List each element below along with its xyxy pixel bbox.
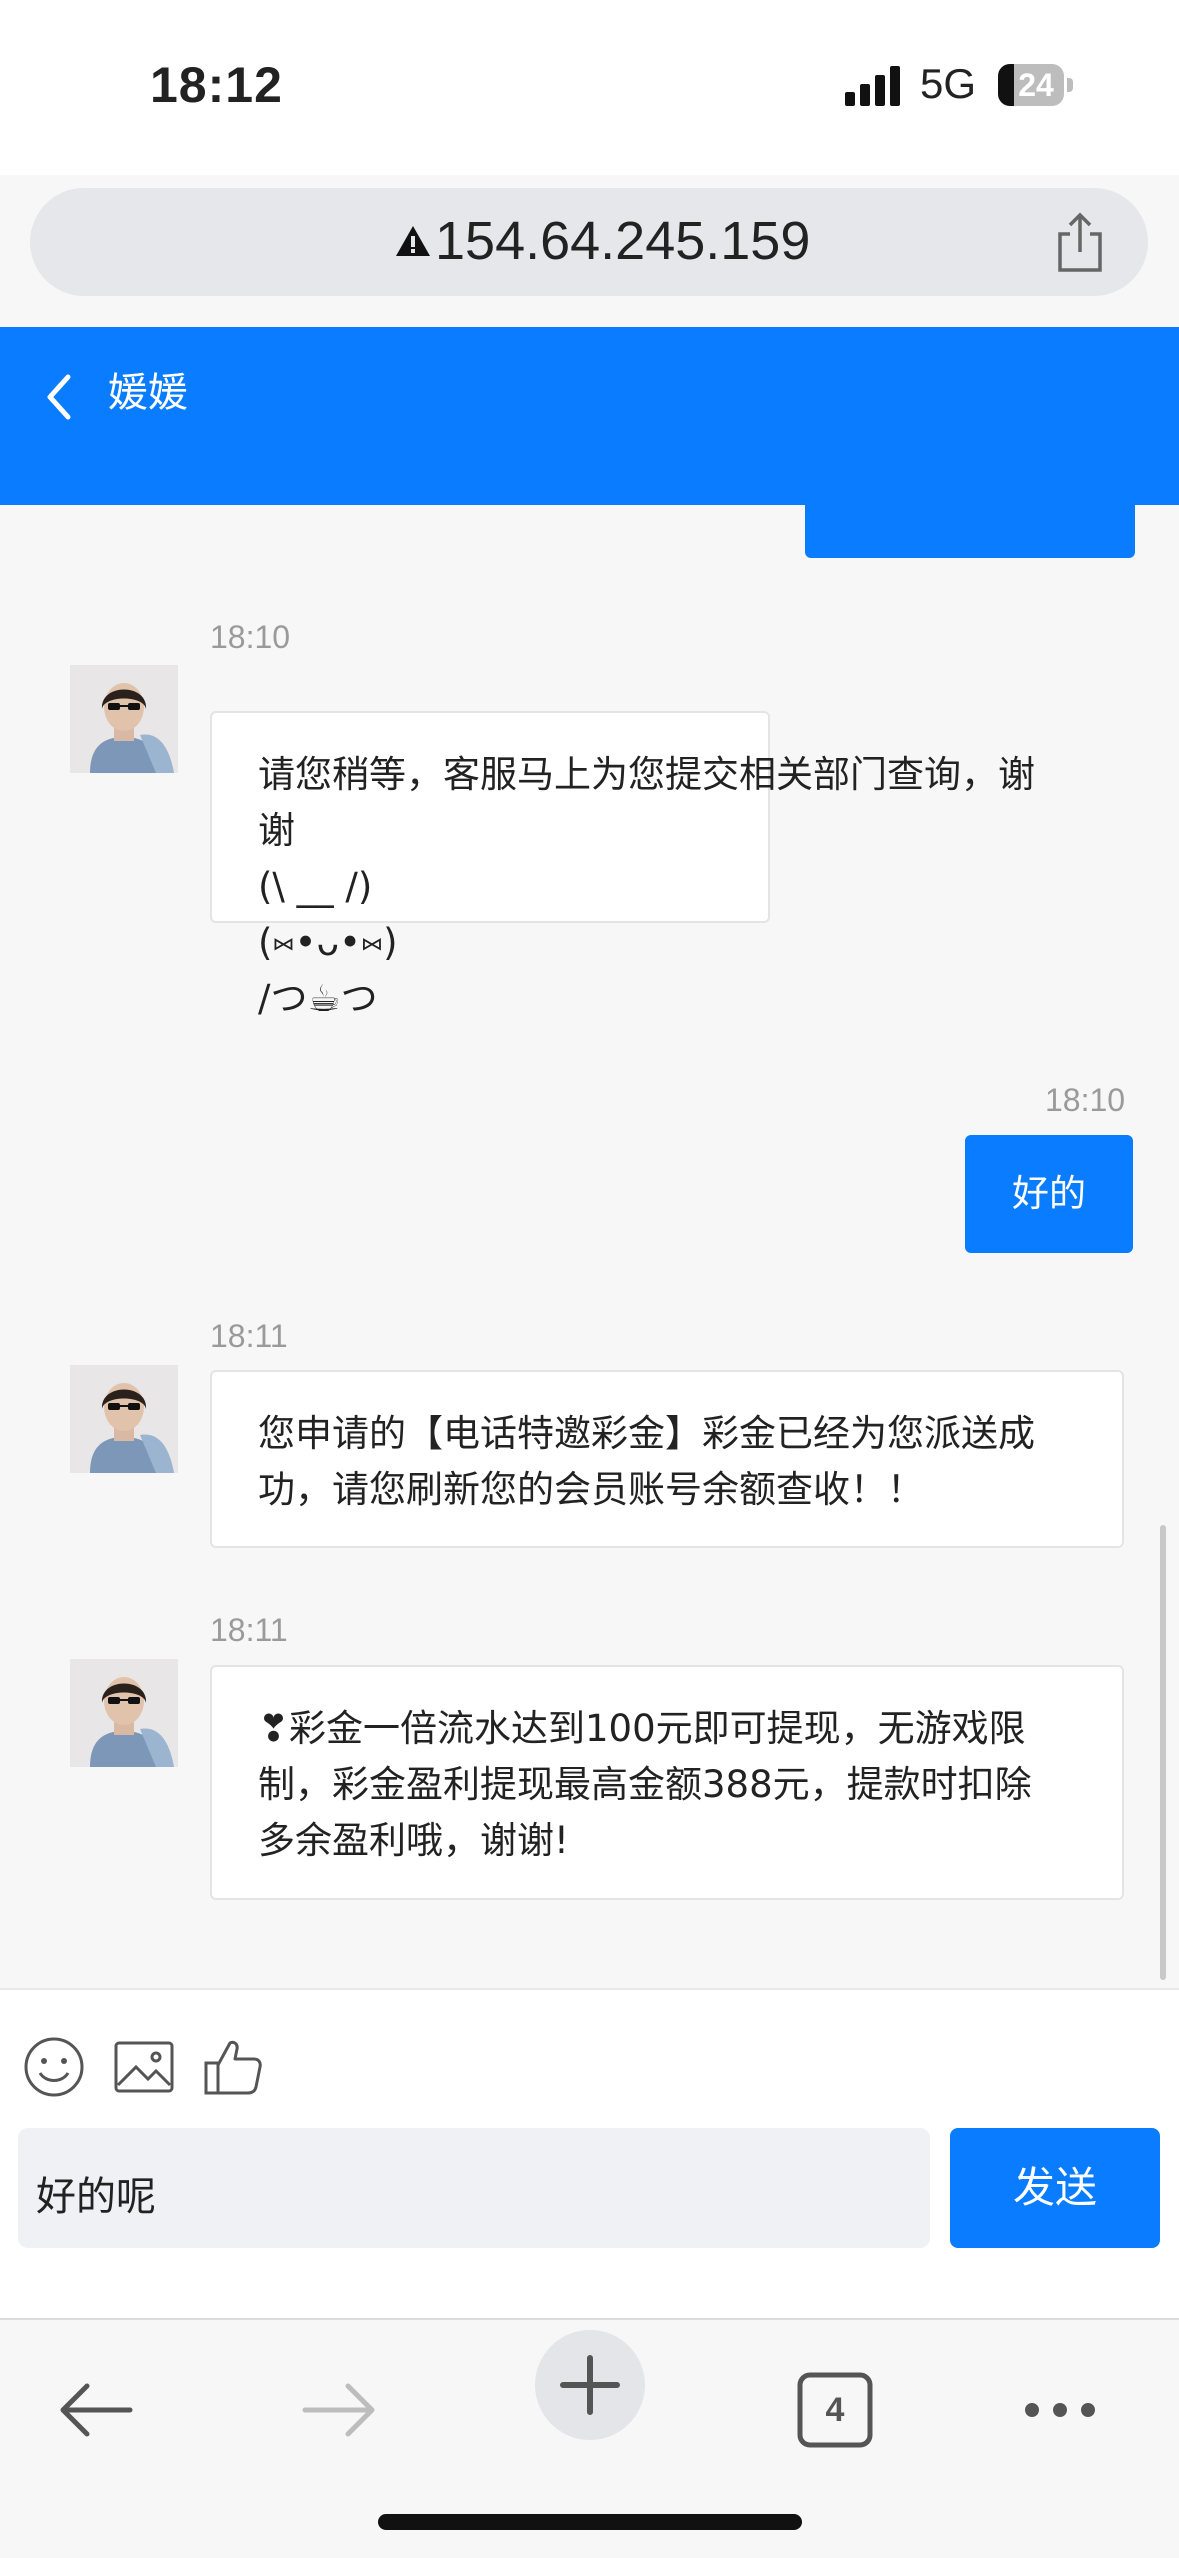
- avatar[interactable]: [70, 1659, 178, 1767]
- battery-level: 24: [1018, 67, 1054, 103]
- message-bubble-incoming: 请您稍等，客服马上为您提交相关部门查询，谢 谢 (\ __ /) (⑅•ᴗ•⑅)…: [210, 711, 1035, 1020]
- plus-icon: [560, 2355, 620, 2415]
- battery-icon: 24: [998, 64, 1074, 106]
- message-line: (⑅•ᴗ•⑅): [258, 921, 398, 964]
- tab-count: 4: [825, 2391, 845, 2429]
- home-indicator[interactable]: [378, 2514, 802, 2530]
- chat-title: 媛媛: [108, 370, 188, 416]
- status-time: 18:12: [150, 57, 283, 113]
- message-input-value: 好的呢: [36, 2174, 156, 2220]
- avatar[interactable]: [70, 665, 178, 773]
- input-area: 好的呢 发送: [0, 1988, 1179, 2320]
- message-line: 制，彩金盈利提现最高金额388元，提款时扣除: [258, 1763, 1032, 1806]
- image-icon[interactable]: [112, 2035, 176, 2099]
- message-input[interactable]: 好的呢: [18, 2128, 930, 2248]
- send-button[interactable]: 发送: [950, 2128, 1160, 2248]
- message-timestamp: 18:11: [210, 1318, 288, 1354]
- message-line: 请您稍等，客服马上为您提交相关部门查询，谢: [258, 753, 1035, 796]
- url-text[interactable]: 154.64.245.159: [435, 210, 810, 272]
- back-arrow-icon[interactable]: [45, 2360, 145, 2460]
- chat-header: 媛媛: [0, 327, 1179, 505]
- message-timestamp: 18:10: [210, 619, 291, 655]
- more-icon[interactable]: [1010, 2360, 1110, 2460]
- warning-icon: [396, 226, 430, 256]
- message-timestamp: 18:11: [210, 1612, 288, 1648]
- avatar[interactable]: [70, 1365, 178, 1473]
- message-line: 功，请您刷新您的会员账号余额查收！！: [258, 1468, 924, 1511]
- message-line: (\ __ /): [258, 865, 373, 908]
- message-bubble-incoming: ❣彩金一倍流水达到100元即可提现，无游戏限 制，彩金盈利提现最高金额388元，…: [210, 1665, 1124, 1900]
- share-icon[interactable]: [1050, 212, 1110, 274]
- url-bar[interactable]: 154.64.245.159: [30, 188, 1148, 296]
- forward-arrow-icon[interactable]: [290, 2360, 390, 2460]
- message-line: 多余盈利哦，谢谢!: [258, 1819, 569, 1862]
- message-bubble-outgoing-partial: [805, 505, 1135, 558]
- scrollbar[interactable]: [1160, 1525, 1166, 1980]
- message-bubble-incoming: 您申请的【电话特邀彩金】彩金已经为您派送成 功，请您刷新您的会员账号余额查收！！: [210, 1370, 1124, 1548]
- chevron-left-icon[interactable]: [40, 367, 80, 427]
- message-timestamp: 18:10: [1045, 1082, 1126, 1118]
- thumbs-up-icon[interactable]: [202, 2035, 266, 2099]
- emoji-icon[interactable]: [22, 2035, 86, 2099]
- network-type: 5G: [920, 60, 977, 107]
- message-bubble-outgoing: 好的: [965, 1135, 1133, 1253]
- message-line: /つ☕つ: [258, 977, 378, 1020]
- message-line: 谢: [258, 809, 295, 852]
- chat-messages[interactable]: 18:10 请您稍等，客服马上为您提交相关部门查询，谢 谢 (\ __ /) (…: [0, 505, 1179, 1988]
- message-line: ❣彩金一倍流水达到100元即可提现，无游戏限: [258, 1707, 1026, 1750]
- new-tab-button[interactable]: [535, 2330, 645, 2440]
- status-bar: 18:12 5G 24: [0, 0, 1179, 175]
- message-line: 您申请的【电话特邀彩金】彩金已经为您派送成: [258, 1412, 1035, 1455]
- signal-icon: [845, 66, 900, 106]
